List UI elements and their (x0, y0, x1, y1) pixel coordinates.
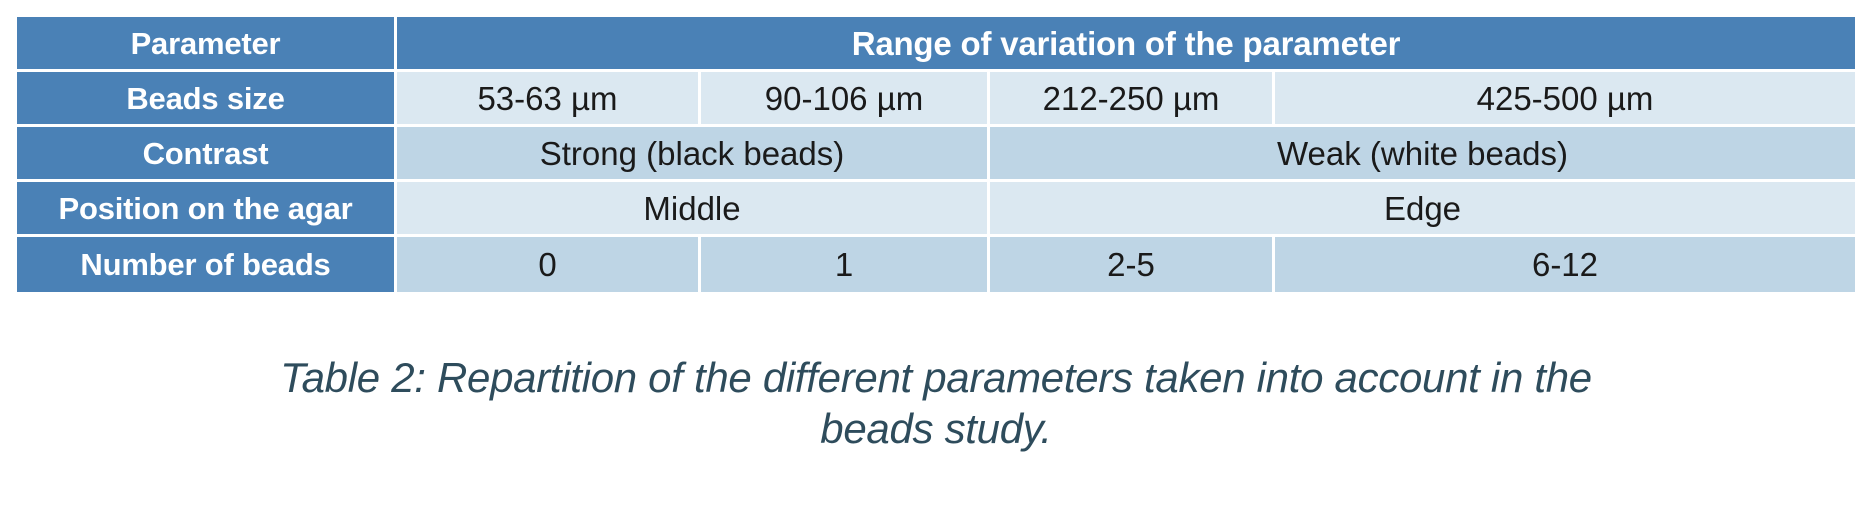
caption-line-1: Table 2: Repartition of the different pa… (280, 354, 1592, 401)
cell-position-middle: Middle (397, 182, 990, 237)
cell-beads-size-2: 90-106 µm (701, 72, 990, 127)
header-parameter-label: Parameter (17, 17, 397, 72)
row-label-position: Position on the agar (17, 182, 397, 237)
cell-beads-size-4: 425-500 µm (1275, 72, 1855, 127)
table-figure: Parameter Range of variation of the para… (0, 0, 1872, 510)
row-label-contrast: Contrast (17, 127, 397, 182)
header-range-label: Range of variation of the parameter (397, 17, 1855, 72)
cell-number-of-beads-4: 6-12 (1275, 237, 1855, 292)
row-label-number-of-beads: Number of beads (17, 237, 397, 292)
table-header-row: Parameter Range of variation of the para… (17, 17, 1855, 72)
table-row: Contrast Strong (black beads) Weak (whit… (17, 127, 1855, 182)
table-row: Position on the agar Middle Edge (17, 182, 1855, 237)
table-row: Beads size 53-63 µm 90-106 µm 212-250 µm… (17, 72, 1855, 127)
table-row: Number of beads 0 1 2-5 6-12 (17, 237, 1855, 292)
cell-number-of-beads-3: 2-5 (990, 237, 1275, 292)
cell-contrast-weak: Weak (white beads) (990, 127, 1855, 182)
cell-beads-size-3: 212-250 µm (990, 72, 1275, 127)
row-label-beads-size: Beads size (17, 72, 397, 127)
caption-line-2: beads study. (820, 405, 1052, 453)
parameters-table: Parameter Range of variation of the para… (17, 17, 1855, 292)
cell-number-of-beads-2: 1 (701, 237, 990, 292)
table-container: Parameter Range of variation of the para… (17, 17, 1855, 292)
cell-beads-size-1: 53-63 µm (397, 72, 701, 127)
cell-contrast-strong: Strong (black beads) (397, 127, 990, 182)
cell-number-of-beads-1: 0 (397, 237, 701, 292)
table-caption: Table 2: Repartition of the different pa… (0, 352, 1872, 454)
cell-position-edge: Edge (990, 182, 1855, 237)
